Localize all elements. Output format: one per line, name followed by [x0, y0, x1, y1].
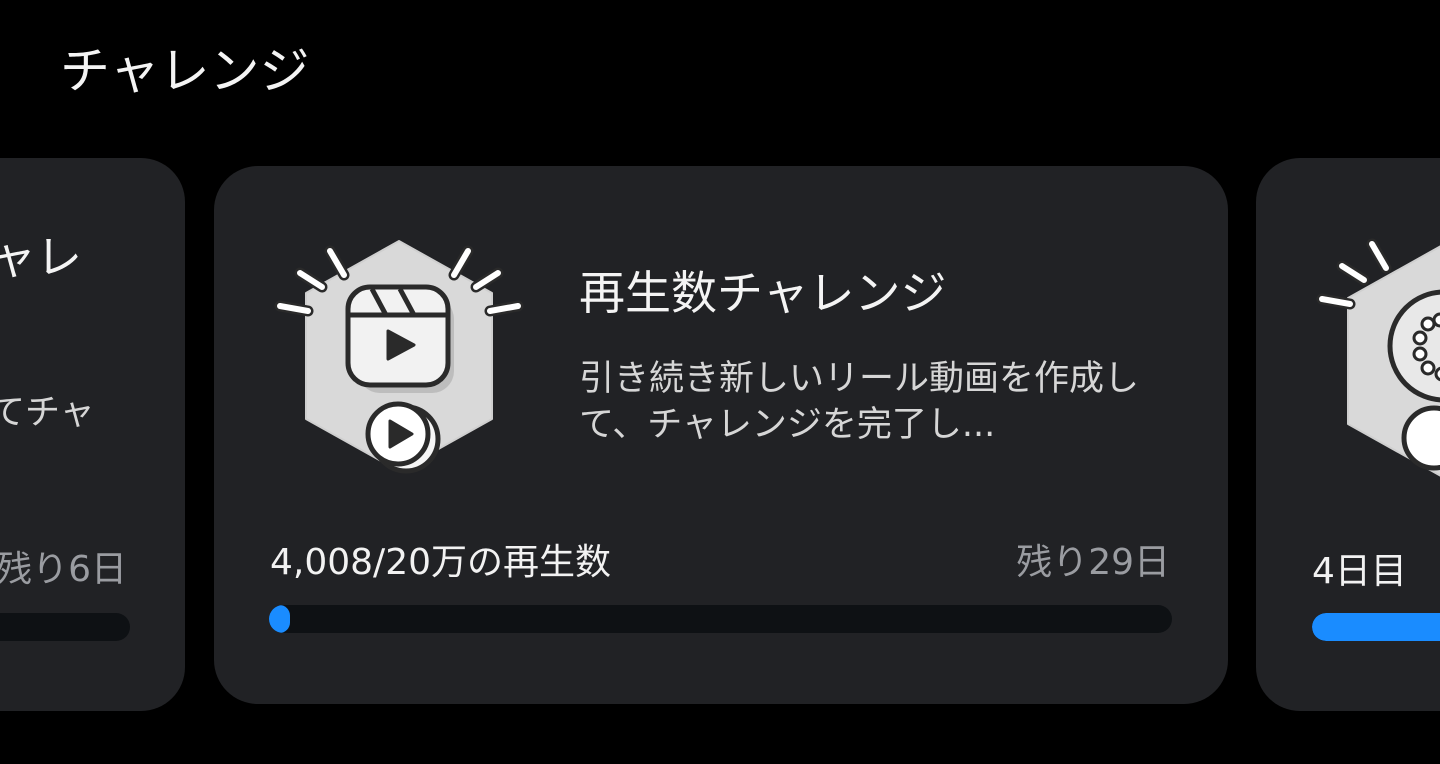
days-remaining: 残り29日	[1016, 542, 1170, 583]
progress-bar	[269, 605, 1172, 633]
challenge-card-views[interactable]: 再生数チャレンジ 引き続き新しいリール動画を作成して、チャレンジを完了し... …	[214, 166, 1228, 704]
challenge-card-title: ャレ	[0, 230, 82, 284]
challenge-card-description: てチャ	[0, 393, 95, 433]
video-play-badge-icon	[274, 240, 524, 474]
progress-bar-fill	[1312, 613, 1440, 641]
challenge-card-next[interactable]: 4日目	[1256, 158, 1440, 711]
challenge-carousel[interactable]: ャレ てチャ 残り6日 再生数チャレンジ 引き続き新しいリール動画を作成して、チ…	[0, 0, 1440, 764]
streak-badge-icon	[1316, 238, 1440, 477]
challenge-card-previous[interactable]: ャレ てチャ 残り6日	[0, 158, 185, 711]
progress-bar	[0, 613, 130, 641]
days-remaining: 残り6日	[0, 549, 127, 590]
progress-bar	[1312, 613, 1440, 641]
progress-label: 4,008/20万の再生数	[270, 542, 611, 583]
challenge-card-title: 再生数チャレンジ	[579, 266, 947, 320]
challenge-card-description: 引き続き新しいリール動画を作成して、チャレンジを完了し...	[579, 359, 1140, 445]
progress-label: 4日目	[1312, 551, 1407, 592]
progress-bar-fill	[269, 605, 290, 633]
